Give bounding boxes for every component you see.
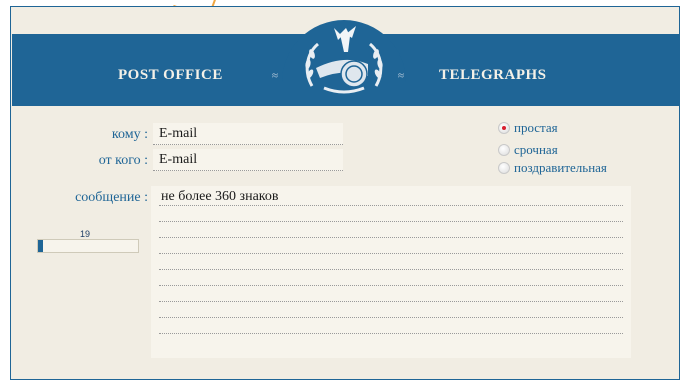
radio-option-urgent[interactable]: срочная: [498, 142, 608, 158]
message-placeholder: не более 360 знаков: [161, 189, 279, 204]
message-label: сообщение :: [75, 190, 148, 205]
char-progress-bar: [37, 239, 139, 253]
radio-greeting-icon[interactable]: [498, 162, 510, 174]
flourish-right-icon: ≈: [398, 70, 405, 82]
ruled-line: [159, 237, 623, 238]
ruled-line: [159, 317, 623, 318]
radio-greeting-label: поздравительная: [514, 160, 607, 175]
from-email-field[interactable]: E-mail: [153, 149, 343, 171]
char-progress-fill: [38, 240, 43, 252]
ruled-line: [159, 333, 623, 334]
ruled-line: [159, 269, 623, 270]
telegraphs-title: TELEGRAPHS: [439, 67, 547, 83]
post-emblem-icon: [305, 26, 383, 94]
to-label: кому :: [111, 127, 148, 142]
from-label: от кого :: [98, 153, 148, 168]
radio-simple-label: простая: [514, 120, 558, 135]
to-email-field[interactable]: E-mail: [153, 123, 343, 145]
char-counter: 19: [80, 229, 91, 239]
radio-urgent-label: срочная: [514, 142, 558, 157]
ruled-line: [159, 221, 623, 222]
ruled-line: [159, 205, 623, 206]
post-office-title: POST OFFICE: [118, 67, 223, 83]
ruled-line: [159, 285, 623, 286]
radio-option-greeting[interactable]: поздравительная: [498, 160, 648, 176]
flourish-left-icon: ≈: [272, 70, 279, 82]
radio-option-simple[interactable]: простая: [498, 120, 608, 136]
radio-simple-icon[interactable]: [498, 122, 510, 134]
ruled-line: [159, 301, 623, 302]
radio-urgent-icon[interactable]: [498, 144, 510, 156]
message-textarea[interactable]: не более 360 знаков: [151, 186, 631, 358]
ruled-line: [159, 253, 623, 254]
